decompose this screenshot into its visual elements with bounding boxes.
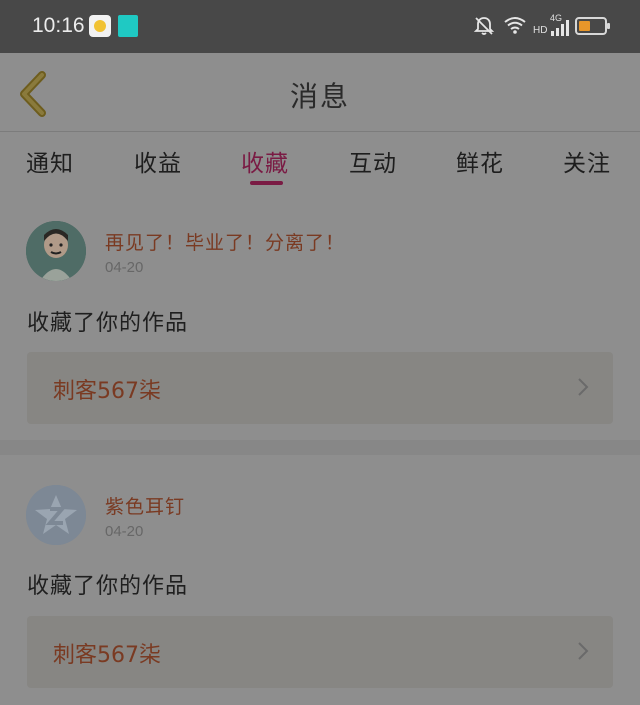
avatar[interactable] bbox=[26, 485, 86, 545]
battery-icon bbox=[575, 17, 610, 35]
post-date: 04-20 bbox=[105, 259, 144, 276]
page-title: 消息 bbox=[289, 80, 350, 113]
signal-icon bbox=[551, 20, 569, 36]
message-card: 再见了！毕业了！分离了！ 04-20 收藏了你的作品 刺客567柒 bbox=[0, 190, 640, 440]
active-tab-indicator bbox=[250, 181, 283, 185]
default-qzone-avatar-icon bbox=[26, 485, 86, 545]
header: 消息 bbox=[0, 53, 640, 131]
work-title: 刺客567柒 bbox=[53, 379, 161, 404]
chevron-right-icon bbox=[578, 378, 589, 396]
message-card: 紫色耳钉 04-20 收藏了你的作品 刺客567柒 bbox=[0, 455, 640, 705]
bag-notification-icon bbox=[118, 15, 138, 37]
bell-muted-icon bbox=[473, 17, 495, 35]
tab-earnings[interactable]: 收益 bbox=[134, 144, 182, 178]
work-link[interactable]: 刺客567柒 bbox=[27, 352, 613, 424]
tab-notifications[interactable]: 通知 bbox=[26, 144, 74, 178]
tab-following[interactable]: 关注 bbox=[563, 144, 611, 178]
action-text: 收藏了你的作品 bbox=[27, 574, 189, 599]
user-name[interactable]: 紫色耳钉 bbox=[105, 492, 185, 519]
user-name[interactable]: 再见了！毕业了！分离了！ bbox=[105, 228, 345, 255]
post-date: 04-20 bbox=[105, 523, 144, 540]
action-text: 收藏了你的作品 bbox=[27, 311, 189, 336]
work-title: 刺客567柒 bbox=[53, 643, 161, 668]
tab-flowers[interactable]: 鲜花 bbox=[456, 144, 504, 178]
child-avatar-icon bbox=[26, 221, 86, 281]
tab-favorites[interactable]: 收藏 bbox=[241, 144, 289, 178]
tab-bar: 通知 收益 收藏 互动 鲜花 关注 bbox=[0, 132, 640, 190]
app-notification-icon bbox=[89, 15, 111, 37]
work-link[interactable]: 刺客567柒 bbox=[27, 616, 613, 688]
avatar[interactable] bbox=[26, 221, 86, 281]
status-bar: 10:16 HD 4G bbox=[0, 0, 640, 53]
chevron-right-icon bbox=[578, 642, 589, 660]
wifi-icon bbox=[504, 17, 526, 34]
hd-indicator: HD bbox=[533, 25, 548, 36]
status-time: 10:16 bbox=[32, 14, 85, 37]
tab-interactions[interactable]: 互动 bbox=[349, 144, 397, 178]
card-separator bbox=[0, 440, 640, 455]
